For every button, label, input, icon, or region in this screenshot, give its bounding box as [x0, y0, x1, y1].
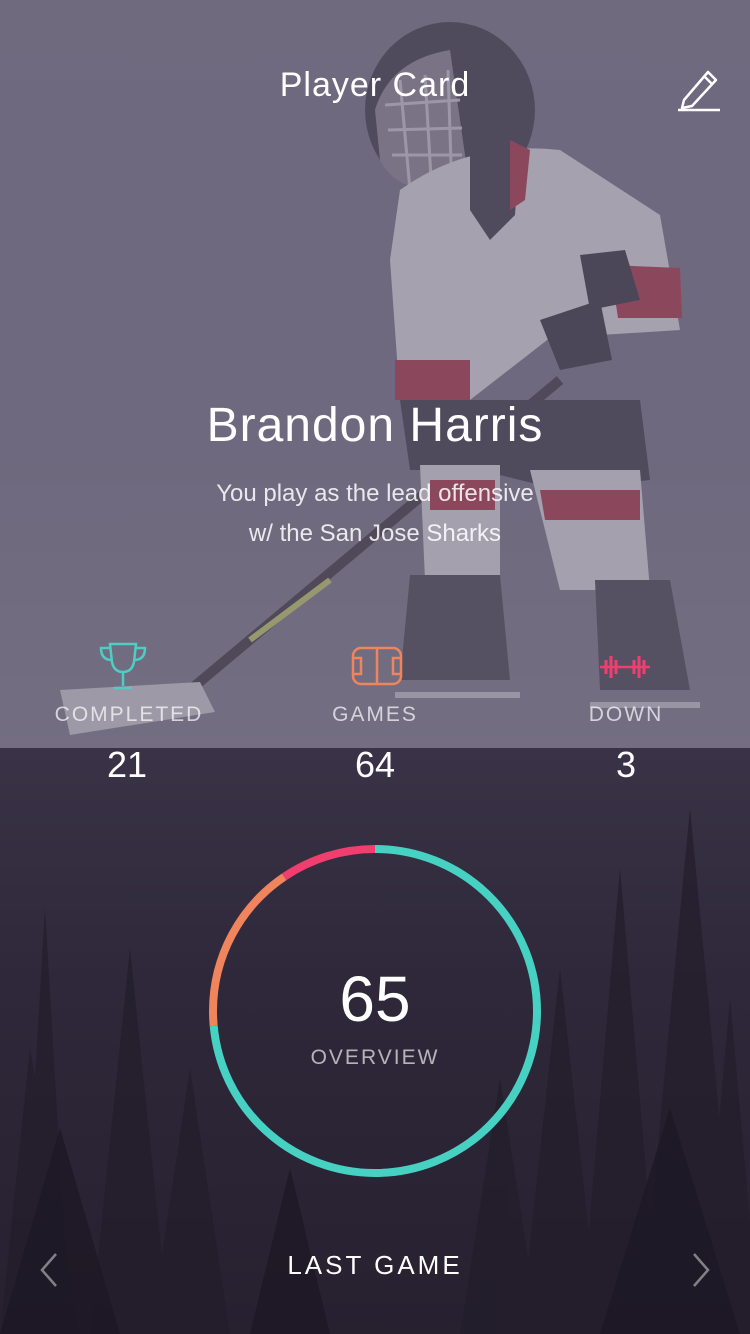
rink-icon: [351, 646, 403, 686]
stat-value-games: 64: [354, 744, 396, 785]
chevron-right-icon: [693, 1253, 710, 1287]
player-hero: Player Card Brandon Harris You play as t…: [0, 0, 750, 748]
last-game-label[interactable]: LAST GAME: [0, 1250, 750, 1281]
pencil-icon: [678, 70, 720, 112]
player-name: Brandon Harris: [206, 399, 544, 452]
player-description: You play as the lead offensive w/ the Sa…: [0, 474, 750, 554]
stat-label-completed: COMPLETED: [54, 703, 204, 726]
stat-value-down: 3: [615, 744, 637, 785]
stat-label-down: DOWN: [588, 703, 664, 726]
player-photo: [0, 0, 750, 748]
edit-button[interactable]: [674, 64, 724, 114]
overview-value: 65: [339, 963, 411, 1035]
stat-value-completed: 21: [106, 744, 148, 785]
overview-label: OVERVIEW: [310, 1046, 440, 1069]
trophy-icon: [99, 642, 147, 690]
player-description-line-1: You play as the lead offensive: [216, 480, 534, 507]
player-description-line-2: w/ the San Jose Sharks: [248, 520, 502, 547]
next-game-button[interactable]: [686, 1250, 716, 1290]
dumbbell-icon: [600, 656, 650, 678]
page-title: Player Card: [279, 66, 471, 104]
stat-label-games: GAMES: [332, 703, 418, 726]
